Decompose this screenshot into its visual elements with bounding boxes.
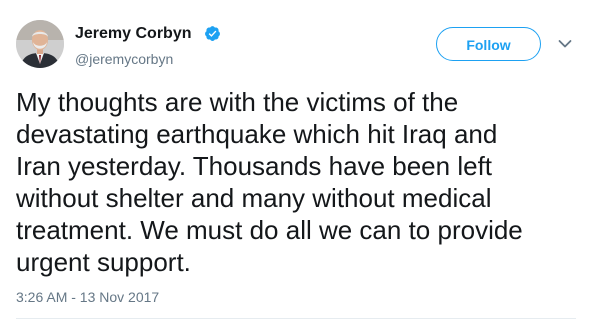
profile-photo-icon bbox=[16, 20, 64, 68]
verified-badge-icon bbox=[205, 26, 220, 41]
tweet-card: Jeremy Corbyn @jeremycorbyn Follow My th… bbox=[0, 0, 597, 320]
avatar[interactable] bbox=[16, 20, 64, 68]
chevron-down-icon[interactable] bbox=[558, 39, 572, 49]
tweet-timestamp[interactable]: 3:26 AM - 13 Nov 2017 bbox=[16, 289, 159, 305]
author-handle[interactable]: @jeremycorbyn bbox=[75, 51, 173, 67]
divider bbox=[16, 318, 576, 319]
author-display-name[interactable]: Jeremy Corbyn bbox=[75, 25, 192, 43]
follow-button[interactable]: Follow bbox=[436, 27, 541, 61]
tweet-text: My thoughts are with the victims of the … bbox=[16, 87, 523, 277]
